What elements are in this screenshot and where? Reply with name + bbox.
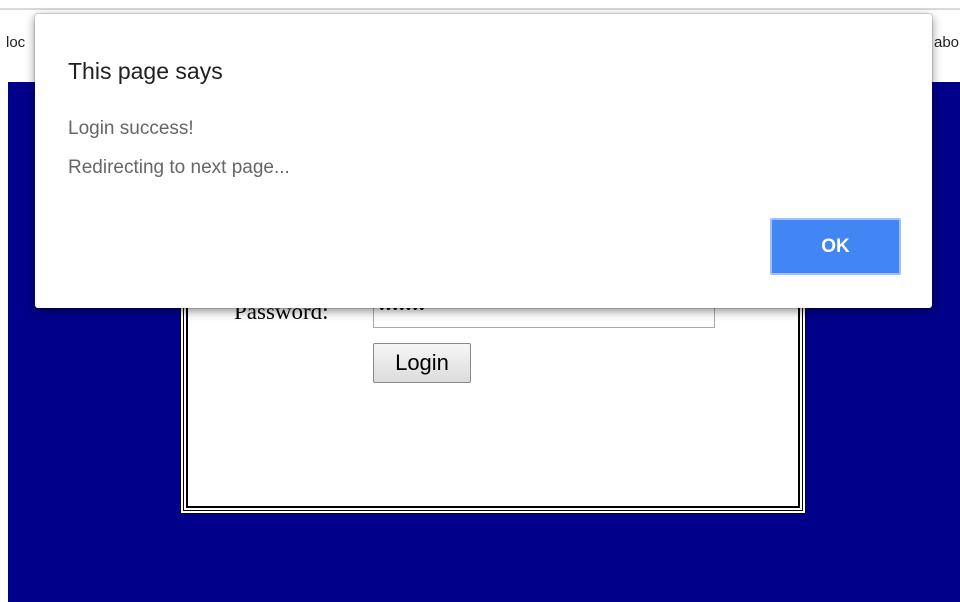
dialog-message-line2: Redirecting to next page... [68, 157, 290, 178]
alert-dialog: This page says Login success! Redirectin… [35, 14, 932, 308]
dialog-message-line1: Login success! [68, 118, 194, 139]
ok-button[interactable]: OK [770, 218, 901, 275]
browser-window: loc abo Password: ••••••• Login This pag… [0, 0, 960, 602]
bookmark-item-right[interactable]: abo [934, 34, 960, 51]
toolbar-divider [0, 8, 960, 10]
bookmark-item-left[interactable]: loc [6, 34, 34, 51]
login-button[interactable]: Login [373, 343, 471, 383]
dialog-title: This page says [68, 58, 223, 84]
